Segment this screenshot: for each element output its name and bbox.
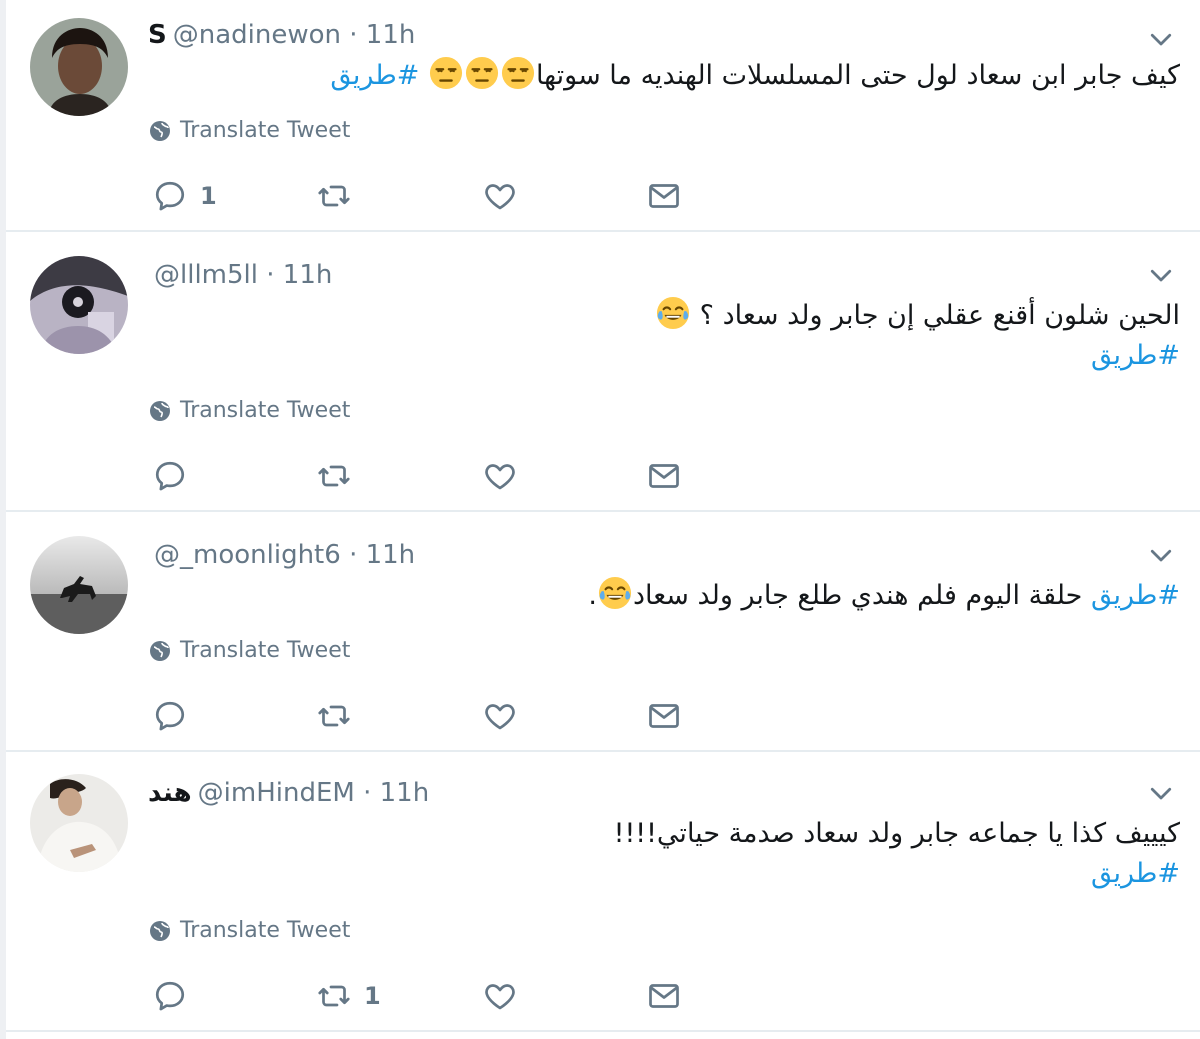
retweet-icon bbox=[316, 458, 352, 494]
message-icon bbox=[646, 458, 682, 494]
message-button[interactable] bbox=[646, 176, 682, 216]
display-name[interactable]: هند bbox=[148, 778, 192, 808]
tweet-item[interactable]: @lllm5ll · 11h الحين شلون أقنع عقلي إن ج… bbox=[6, 232, 1200, 512]
translate-label: Translate Tweet bbox=[180, 918, 351, 943]
tweet-header: @_moonlight6 · 11h bbox=[148, 536, 415, 574]
hashtag-link[interactable]: #طريق bbox=[330, 60, 419, 91]
tweet-item[interactable]: هند @imHindEM · 11h كيييف كذا يا جماعه جا… bbox=[6, 752, 1200, 1032]
user-handle[interactable]: @lllm5ll bbox=[154, 260, 258, 290]
tweet-text: #طريق حلقة اليوم فلم هندي طلع جابر ولد س… bbox=[588, 576, 1180, 616]
avatar[interactable] bbox=[30, 256, 128, 354]
message-button[interactable] bbox=[646, 976, 682, 1016]
avatar[interactable] bbox=[30, 774, 128, 872]
like-button[interactable] bbox=[482, 696, 530, 736]
tweet-time[interactable]: · 11h bbox=[349, 540, 415, 570]
avatar[interactable] bbox=[30, 18, 128, 116]
tweet-text-content: حلقة اليوم فلم هندي طلع جابر ولد سعاد bbox=[633, 580, 1083, 611]
reply-button[interactable]: 1 bbox=[152, 176, 217, 216]
tears-of-joy-emoji bbox=[598, 576, 632, 610]
unamused-face-emoji bbox=[501, 56, 535, 90]
hashtag-link[interactable]: #طريق bbox=[1091, 858, 1180, 889]
retweet-icon bbox=[316, 978, 352, 1014]
reply-icon bbox=[152, 978, 188, 1014]
tweet-text-content: كيف جابر ابن سعاد لول حتى المسلسلات الهن… bbox=[535, 60, 1180, 91]
retweet-icon bbox=[316, 178, 352, 214]
like-button[interactable] bbox=[482, 456, 530, 496]
tweet-text: كيييف كذا يا جماعه جابر ولد سعاد صدمة حي… bbox=[614, 814, 1180, 854]
reply-icon bbox=[152, 458, 188, 494]
chevron-down-icon[interactable] bbox=[1146, 778, 1176, 808]
hashtag-link[interactable]: #طريق bbox=[1091, 580, 1180, 611]
tweet-actions: 1 bbox=[152, 976, 712, 1016]
user-handle[interactable]: @nadinewon bbox=[173, 20, 341, 50]
like-button[interactable] bbox=[482, 176, 530, 216]
tears-of-joy-emoji bbox=[656, 296, 690, 330]
tweet-time[interactable]: · 11h bbox=[266, 260, 332, 290]
user-handle[interactable]: @imHindEM bbox=[198, 778, 355, 808]
tweet-text-content: كيييف كذا يا جماعه جابر ولد سعاد صدمة حي… bbox=[613, 818, 1180, 849]
like-icon bbox=[482, 178, 518, 214]
tweet-actions: 1 bbox=[152, 176, 712, 216]
tweet-actions bbox=[152, 456, 712, 496]
like-icon bbox=[482, 978, 518, 1014]
user-handle[interactable]: @_moonlight6 bbox=[154, 540, 341, 570]
tweet-text-suffix: . bbox=[588, 580, 597, 611]
avatar[interactable] bbox=[30, 536, 128, 634]
message-icon bbox=[646, 978, 682, 1014]
reply-button[interactable] bbox=[152, 696, 200, 736]
retweet-button[interactable] bbox=[316, 176, 364, 216]
tweet-item[interactable]: S @nadinewon · 11h كيف جابر ابن سعاد لول … bbox=[6, 0, 1200, 232]
chevron-down-icon[interactable] bbox=[1146, 540, 1176, 570]
unamused-face-emoji bbox=[465, 56, 499, 90]
tweet-header: S @nadinewon · 11h bbox=[148, 16, 415, 54]
reply-button[interactable] bbox=[152, 456, 200, 496]
tweet-text: #طريق bbox=[1091, 854, 1180, 894]
translate-label: Translate Tweet bbox=[180, 638, 351, 663]
retweet-button[interactable] bbox=[316, 456, 364, 496]
reply-count: 1 bbox=[200, 182, 217, 210]
reply-icon bbox=[152, 698, 188, 734]
translate-label: Translate Tweet bbox=[180, 398, 351, 423]
globe-icon bbox=[148, 639, 172, 663]
like-button[interactable] bbox=[482, 976, 530, 1016]
tweet-text: كيف جابر ابن سعاد لول حتى المسلسلات الهن… bbox=[330, 56, 1180, 96]
hashtag-link[interactable]: #طريق bbox=[1091, 340, 1180, 371]
translate-tweet-link[interactable]: Translate Tweet bbox=[148, 918, 350, 943]
tweet-text-content: الحين شلون أقنع عقلي إن جابر ولد سعاد ؟ bbox=[699, 300, 1180, 331]
retweet-button[interactable]: 1 bbox=[316, 976, 381, 1016]
tweet-header: هند @imHindEM · 11h bbox=[148, 774, 429, 812]
globe-icon bbox=[148, 399, 172, 423]
chevron-down-icon[interactable] bbox=[1146, 24, 1176, 54]
tweet-text: #طريق bbox=[1091, 336, 1180, 376]
message-button[interactable] bbox=[646, 456, 682, 496]
retweet-button[interactable] bbox=[316, 696, 364, 736]
tweet-actions bbox=[152, 696, 712, 736]
tweet-time[interactable]: · 11h bbox=[363, 778, 429, 808]
globe-icon bbox=[148, 119, 172, 143]
like-icon bbox=[482, 698, 518, 734]
reply-icon bbox=[152, 178, 188, 214]
translate-tweet-link[interactable]: Translate Tweet bbox=[148, 118, 350, 143]
tweet-item[interactable]: @_moonlight6 · 11h #طريق حلقة اليوم فلم … bbox=[6, 512, 1200, 752]
translate-tweet-link[interactable]: Translate Tweet bbox=[148, 398, 350, 423]
tweet-header: @lllm5ll · 11h bbox=[148, 256, 332, 294]
like-icon bbox=[482, 458, 518, 494]
message-icon bbox=[646, 698, 682, 734]
tweet-feed: S @nadinewon · 11h كيف جابر ابن سعاد لول … bbox=[0, 0, 1200, 1039]
unamused-face-emoji bbox=[429, 56, 463, 90]
tweet-time[interactable]: · 11h bbox=[349, 20, 415, 50]
tweet-text: الحين شلون أقنع عقلي إن جابر ولد سعاد ؟ bbox=[655, 296, 1180, 336]
chevron-down-icon[interactable] bbox=[1146, 260, 1176, 290]
retweet-icon bbox=[316, 698, 352, 734]
translate-tweet-link[interactable]: Translate Tweet bbox=[148, 638, 350, 663]
reply-button[interactable] bbox=[152, 976, 200, 1016]
retweet-count: 1 bbox=[364, 982, 381, 1010]
message-button[interactable] bbox=[646, 696, 682, 736]
globe-icon bbox=[148, 919, 172, 943]
translate-label: Translate Tweet bbox=[180, 118, 351, 143]
display-name[interactable]: S bbox=[148, 20, 167, 50]
message-icon bbox=[646, 178, 682, 214]
